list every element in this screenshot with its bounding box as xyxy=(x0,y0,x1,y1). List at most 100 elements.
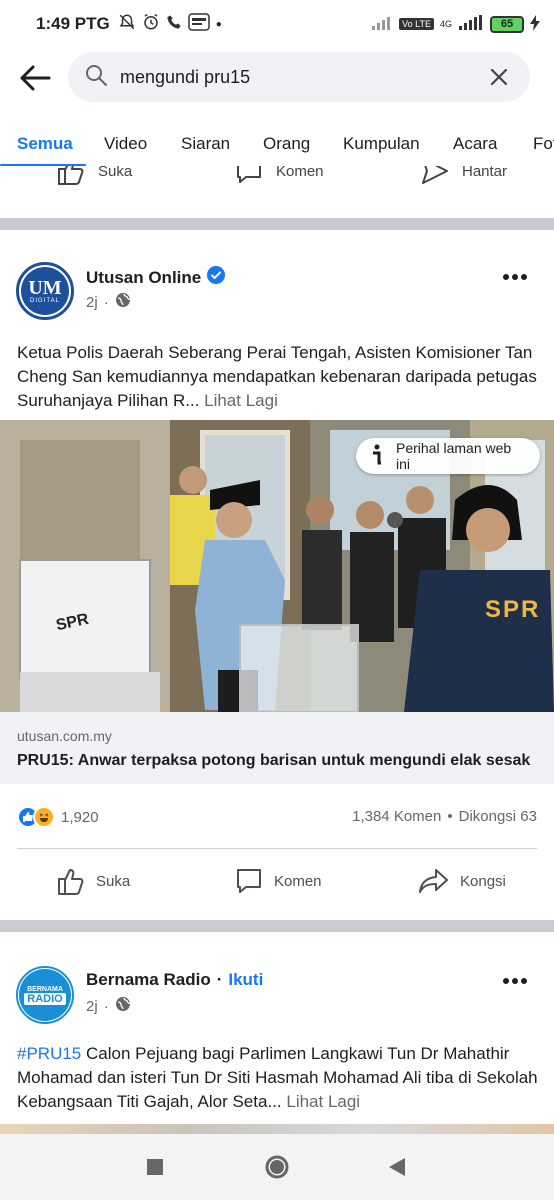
wifi-signal-icon xyxy=(371,15,393,34)
page-name[interactable]: Utusan Online xyxy=(86,266,226,289)
post-actions: Suka Komen Kongsi xyxy=(0,858,554,904)
system-navigation-bar xyxy=(0,1134,554,1200)
search-field[interactable]: mengundi pru15 xyxy=(68,52,530,102)
post-time[interactable]: 2j xyxy=(86,998,98,1015)
engagement-counts: 1,384 Komen • Dikongsi 63 xyxy=(352,808,537,825)
volte-badge: Vo LTE xyxy=(399,18,434,30)
meta-separator: · xyxy=(103,293,109,311)
avatar[interactable]: UM DIGITAL xyxy=(16,262,74,320)
tab-photos[interactable]: Fot xyxy=(533,134,554,154)
name-separator: · xyxy=(216,970,223,989)
share-icon xyxy=(419,869,448,893)
post-meta: 2j · xyxy=(86,996,131,1016)
post-header: UM DIGITAL Utusan Online 2j · xyxy=(0,262,554,322)
status-time: 1:49 PTG xyxy=(36,14,110,33)
prev-like-button[interactable]: Suka xyxy=(56,166,132,186)
prev-comment-label: Komen xyxy=(276,166,324,180)
tab-groups[interactable]: Kumpulan xyxy=(343,134,420,154)
tab-people[interactable]: Orang xyxy=(263,134,310,154)
haha-reaction-icon xyxy=(33,806,55,828)
prev-send-button[interactable]: Hantar xyxy=(420,166,507,186)
link-title: PRU15: Anwar terpaksa potong barisan unt… xyxy=(17,752,531,769)
next-photo-preview xyxy=(0,1124,554,1134)
home-circle-icon xyxy=(265,1155,289,1179)
feed-divider xyxy=(0,920,554,932)
see-more-link[interactable]: Lihat Lagi xyxy=(286,1092,360,1111)
back-button[interactable] xyxy=(10,53,60,103)
more-dots-icon xyxy=(503,978,527,984)
share-button[interactable]: Kongsi xyxy=(418,866,506,896)
shares-count[interactable]: Dikongsi 63 xyxy=(459,808,537,825)
avatar-logo-subtext: RADIO xyxy=(24,992,66,1005)
vest-label: SPR xyxy=(485,596,541,623)
post-text: Ketua Polis Daerah Seberang Perai Tengah… xyxy=(17,341,541,413)
recent-apps-button[interactable] xyxy=(142,1154,168,1180)
home-button[interactable] xyxy=(264,1154,290,1180)
alarm-icon xyxy=(142,13,160,36)
comments-count[interactable]: 1,384 Komen xyxy=(352,808,441,825)
prev-send-label: Hantar xyxy=(462,166,508,180)
phone-icon xyxy=(166,14,182,35)
avatar[interactable]: BERNAMA RADIO xyxy=(16,966,74,1024)
see-more-link[interactable]: Lihat Lagi xyxy=(204,391,278,410)
comment-label: Komen xyxy=(274,872,322,890)
post-stats: 1,920 1,384 Komen • Dikongsi 63 xyxy=(0,800,554,834)
avatar-logo-subtext: DIGITAL xyxy=(30,298,60,304)
verified-badge-icon xyxy=(207,266,226,289)
charging-icon xyxy=(530,14,540,34)
comment-button[interactable]: Komen xyxy=(234,866,322,896)
meta-separator: · xyxy=(103,997,109,1015)
search-input[interactable]: mengundi pru15 xyxy=(120,67,484,88)
post-text: #PRU15 Calon Pejuang bagi Parlimen Langk… xyxy=(17,1042,541,1114)
cell-signal-icon xyxy=(458,14,484,34)
actions-divider xyxy=(17,848,537,849)
comment-icon xyxy=(237,869,261,893)
back-arrow-icon xyxy=(20,65,51,91)
post-meta: 2j · xyxy=(86,292,131,312)
like-button[interactable]: Suka xyxy=(56,866,130,896)
search-header: mengundi pru15 xyxy=(0,50,554,106)
post-header: BERNAMA RADIO Bernama Radio · Ikuti 2j · xyxy=(0,966,554,1026)
about-website-label: Perihal laman web ini xyxy=(396,440,512,472)
share-label: Kongsi xyxy=(460,872,506,890)
page-name[interactable]: Bernama Radio · Ikuti xyxy=(86,970,263,990)
status-bar: 1:49 PTG ● Vo LTE 4G 65 xyxy=(0,0,554,48)
follow-button[interactable]: Ikuti xyxy=(228,970,263,990)
reactions-summary[interactable]: 1,920 xyxy=(17,806,99,828)
comment-icon xyxy=(237,166,261,183)
tab-posts[interactable]: Siaran xyxy=(181,134,230,154)
hashtag-link[interactable]: #PRU15 xyxy=(17,1044,81,1063)
more-options-button[interactable] xyxy=(500,970,530,992)
reactions-count: 1,920 xyxy=(61,808,99,826)
prev-comment-button[interactable]: Komen xyxy=(234,166,324,186)
post-body: Calon Pejuang bagi Parlimen Langkawi Tun… xyxy=(17,1044,538,1111)
tab-all[interactable]: Semua xyxy=(17,134,73,154)
avatar-logo-text: UM xyxy=(28,277,62,299)
triangle-back-icon xyxy=(389,1158,405,1176)
page-name-text[interactable]: Utusan Online xyxy=(86,268,201,288)
page-name-text[interactable]: Bernama Radio xyxy=(86,970,211,990)
about-website-button[interactable]: Perihal laman web ini xyxy=(356,438,540,474)
globe-icon xyxy=(115,292,131,312)
like-icon xyxy=(58,869,84,895)
network-type: 4G xyxy=(439,19,452,29)
more-dots-icon xyxy=(503,274,527,280)
close-icon xyxy=(490,68,508,86)
info-icon xyxy=(368,444,386,469)
back-nav-button[interactable] xyxy=(384,1154,410,1180)
search-icon xyxy=(84,63,108,92)
more-options-button[interactable] xyxy=(500,266,530,288)
link-preview[interactable]: utusan.com.my PRU15: Anwar terpaksa poto… xyxy=(0,712,554,784)
app-notification-icon xyxy=(187,12,210,36)
globe-icon xyxy=(115,996,131,1016)
square-icon xyxy=(147,1159,163,1175)
stats-separator: • xyxy=(447,808,453,825)
send-icon xyxy=(422,166,448,184)
tab-video[interactable]: Video xyxy=(104,134,147,154)
clear-search-button[interactable] xyxy=(484,62,514,92)
tab-events[interactable]: Acara xyxy=(453,134,497,154)
search-filter-tabs: Semua Video Siaran Orang Kumpulan Acara … xyxy=(0,122,554,166)
battery-indicator: 65 xyxy=(490,15,524,33)
post-time[interactable]: 2j xyxy=(86,294,98,311)
like-label: Suka xyxy=(96,872,131,890)
